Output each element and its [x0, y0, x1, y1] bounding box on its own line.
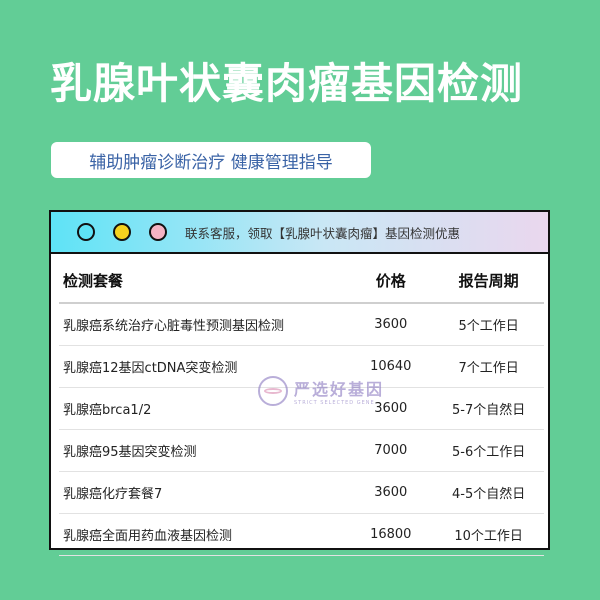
package-name: 乳腺癌95基因突变检测 [59, 429, 349, 472]
window-dot-blue-icon [77, 223, 95, 241]
package-period: 7个工作日 [433, 345, 544, 388]
package-price: 16800 [348, 513, 434, 556]
package-table: 检测套餐 价格 报告周期 乳腺癌系统治疗心脏毒性预测基因检测 3600 5个工作… [59, 258, 544, 556]
card-header: 联系客服，领取【乳腺叶状囊肉瘤】基因检测优惠 [51, 212, 548, 254]
table-row: 乳腺癌brca1/2 3600 5-7个自然日 [59, 387, 544, 430]
window-dot-pink-icon [149, 223, 167, 241]
table-row: 乳腺癌12基因ctDNA突变检测 10640 7个工作日 [59, 345, 544, 388]
package-period: 10个工作日 [433, 513, 544, 556]
table-row: 乳腺癌化疗套餐7 3600 4-5个自然日 [59, 471, 544, 514]
package-price: 3600 [348, 471, 434, 514]
table-row: 乳腺癌95基因突变检测 7000 5-6个工作日 [59, 429, 544, 472]
package-price: 10640 [348, 345, 434, 388]
package-name: 乳腺癌全面用药血液基因检测 [59, 513, 349, 556]
package-price: 3600 [348, 387, 434, 430]
package-name: 乳腺癌12基因ctDNA突变检测 [59, 345, 349, 388]
subtitle-text: 辅助肿瘤诊断治疗 健康管理指导 [89, 152, 333, 173]
package-price: 3600 [348, 303, 434, 346]
package-name: 乳腺癌系统治疗心脏毒性预测基因检测 [59, 303, 349, 346]
package-name: 乳腺癌化疗套餐7 [59, 471, 349, 514]
table-row: 乳腺癌系统治疗心脏毒性预测基因检测 3600 5个工作日 [59, 303, 544, 346]
package-period: 5-6个工作日 [433, 429, 544, 472]
package-period: 5个工作日 [433, 303, 544, 346]
header-package: 检测套餐 [59, 258, 349, 304]
package-period: 5-7个自然日 [433, 387, 544, 430]
window-dot-yellow-icon [113, 223, 131, 241]
subtitle-badge: 辅助肿瘤诊断治疗 健康管理指导 [51, 142, 371, 178]
header-price: 价格 [348, 258, 434, 304]
contact-notice: 联系客服，领取【乳腺叶状囊肉瘤】基因检测优惠 [185, 225, 461, 241]
package-price: 7000 [348, 429, 434, 472]
package-name: 乳腺癌brca1/2 [59, 387, 349, 430]
page-title: 乳腺叶状囊肉瘤基因检测 [50, 59, 524, 108]
price-card: 联系客服，领取【乳腺叶状囊肉瘤】基因检测优惠 检测套餐 价格 报告周期 乳腺癌系… [49, 210, 550, 556]
header-period: 报告周期 [433, 258, 544, 304]
table-row: 乳腺癌全面用药血液基因检测 16800 10个工作日 [59, 513, 544, 556]
table-header-row: 检测套餐 价格 报告周期 [59, 258, 544, 304]
package-period: 4-5个自然日 [433, 471, 544, 514]
